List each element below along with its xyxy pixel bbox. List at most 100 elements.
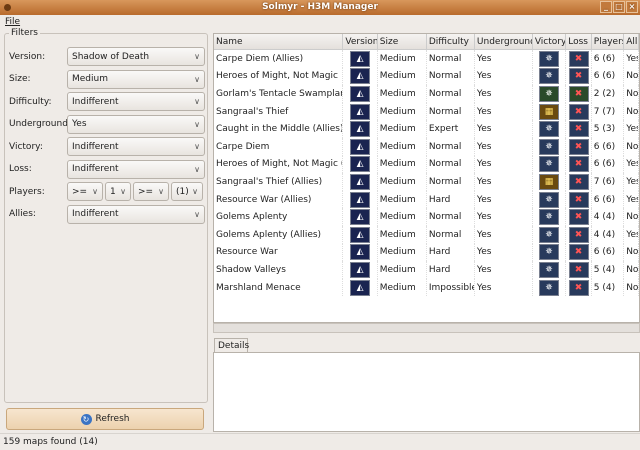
players-op2-select[interactable]: >= ∨	[133, 182, 169, 201]
victory-standard-icon: ✵	[539, 138, 560, 155]
map-difficulty: Hard	[427, 243, 475, 262]
map-underground: Yes	[475, 155, 533, 174]
victory-standard-icon: ✵	[539, 244, 560, 261]
column-header[interactable]: Players	[592, 34, 625, 49]
map-size: Medium	[378, 173, 427, 191]
table-row[interactable]: Golems Aplenty ◭ Medium Normal Yes ✵ ✖ 4…	[214, 208, 639, 226]
column-header[interactable]: Allies	[624, 34, 639, 49]
map-underground: Yes	[475, 173, 533, 191]
table-row[interactable]: Sangraal's Thief ◭ Medium Normal Yes ▦ ✖…	[214, 102, 639, 121]
map-allies: Yes	[624, 120, 639, 138]
chevron-down-icon: ∨	[120, 187, 126, 196]
filter-loss-label: Loss:	[9, 164, 32, 174]
map-name: Resource War	[214, 243, 344, 262]
shadow-of-death-icon: ◭	[350, 191, 371, 208]
menu-file[interactable]: File	[5, 17, 20, 27]
loss-cell: ✖	[566, 85, 592, 103]
size-value: Medium	[72, 74, 108, 84]
column-header[interactable]: Victory	[533, 34, 567, 49]
table-row[interactable]: Sangraal's Thief (Allies) ◭ Medium Norma…	[214, 173, 639, 191]
table-row[interactable]: Caught in the Middle (Allies) ◭ Medium E…	[214, 120, 639, 138]
victory-artifact-icon: ▦	[539, 173, 560, 190]
loss-standard-icon: ✖	[568, 226, 589, 243]
filter-underground-label: Underground:	[9, 119, 71, 129]
table-row[interactable]: Shadow Valleys ◭ Medium Hard Yes ✵ ✖ 5 (…	[214, 261, 639, 279]
refresh-icon: ↻	[80, 413, 92, 425]
victory-standard-icon: ✵	[539, 226, 560, 243]
tab-details[interactable]: Details	[214, 338, 249, 353]
map-name: Carpe Diem	[214, 137, 344, 156]
shadow-of-death-icon: ◭	[350, 68, 371, 85]
shadow-of-death-icon: ◭	[350, 209, 371, 226]
map-size: Medium	[378, 208, 427, 226]
column-header[interactable]: Version	[343, 34, 378, 49]
version-cell: ◭	[343, 50, 378, 68]
map-name: Golems Aplenty (Allies)	[214, 225, 344, 244]
difficulty-value: Indifferent	[72, 96, 119, 107]
chevron-down-icon: ∨	[194, 164, 200, 174]
table-row[interactable]: Heroes of Might, Not Magic ◭ Medium Norm…	[214, 67, 639, 86]
column-header[interactable]: Difficulty	[427, 34, 475, 49]
victory-cell: ✵	[533, 261, 567, 279]
map-players: 6 (6)	[592, 190, 625, 209]
column-header[interactable]: Loss	[566, 34, 592, 49]
victory-standard-icon: ✵	[539, 279, 560, 296]
map-players: 5 (3)	[592, 120, 625, 138]
loss-cell: ✖	[566, 208, 592, 226]
map-name: Heroes of Might, Not Magic	[214, 67, 344, 86]
players-val1-select[interactable]: 1 ∨	[105, 182, 131, 201]
underground-select[interactable]: Yes ∨	[67, 114, 205, 134]
map-underground: Yes	[475, 102, 533, 121]
map-name: Gorlam's Tentacle Swampland	[214, 85, 344, 103]
victory-cell: ✵	[533, 278, 567, 297]
window-menu-icon[interactable]	[4, 4, 11, 11]
table-row[interactable]: Gorlam's Tentacle Swampland ◭ Medium Nor…	[214, 85, 639, 103]
allies-select[interactable]: Indifferent ∨	[67, 204, 205, 224]
table-row[interactable]: Resource War (Allies) ◭ Medium Hard Yes …	[214, 190, 639, 209]
table-row[interactable]: Carpe Diem ◭ Medium Normal Yes ✵ ✖ 6 (6)…	[214, 137, 639, 156]
victory-special-icon: ✵	[539, 85, 560, 102]
table-row[interactable]: Heroes of Might, Not Magic (A) ◭ Medium …	[214, 155, 639, 174]
shadow-of-death-icon: ◭	[350, 261, 371, 278]
filter-allies: Allies: Indifferent ∨	[9, 204, 205, 224]
players-op1-select[interactable]: >= ∨	[67, 182, 103, 201]
size-select[interactable]: Medium ∨	[67, 69, 205, 89]
players-val2-value: (1)	[176, 186, 189, 197]
version-select[interactable]: Shadow of Death ∨	[67, 47, 205, 66]
victory-cell: ✵	[533, 120, 567, 138]
victory-select[interactable]: Indifferent ∨	[67, 137, 205, 156]
refresh-button[interactable]: ↻ Refresh	[6, 408, 204, 430]
map-allies: No	[624, 208, 639, 226]
title-bar: Solmyr - H3M Manager _ □ ×	[0, 0, 640, 15]
table-row[interactable]: Resource War ◭ Medium Hard Yes ✵ ✖ 6 (6)…	[214, 243, 639, 262]
map-players: 6 (6)	[592, 67, 625, 86]
chevron-down-icon: ∨	[194, 209, 200, 219]
victory-cell: ✵	[533, 190, 567, 209]
loss-standard-icon: ✖	[568, 156, 589, 173]
horizontal-scrollbar[interactable]	[213, 323, 640, 333]
table-row[interactable]: Golems Aplenty (Allies) ◭ Medium Normal …	[214, 225, 639, 244]
loss-select[interactable]: Indifferent ∨	[67, 159, 205, 179]
victory-standard-icon: ✵	[539, 261, 560, 278]
table-row[interactable]: Marshland Menace ◭ Medium Impossible Yes…	[214, 278, 639, 297]
filters-title: Filters	[9, 28, 40, 38]
map-players: 6 (6)	[592, 155, 625, 174]
loss-cell: ✖	[566, 278, 592, 297]
map-name: Carpe Diem (Allies)	[214, 50, 344, 68]
column-header[interactable]: Size	[378, 34, 427, 49]
map-difficulty: Normal	[427, 155, 475, 174]
difficulty-select[interactable]: Indifferent ∨	[67, 92, 205, 111]
players-op2-value: >=	[138, 186, 154, 197]
column-header[interactable]: Name	[214, 34, 344, 49]
column-header[interactable]: Underground	[475, 34, 533, 49]
players-val2-select[interactable]: (1) ∨	[171, 182, 203, 201]
chevron-down-icon: ∨	[194, 52, 200, 61]
minimize-icon[interactable]: _	[600, 1, 612, 13]
maximize-icon[interactable]: □	[613, 1, 625, 13]
filter-loss: Loss: Indifferent ∨	[9, 159, 205, 179]
close-icon[interactable]: ×	[626, 1, 638, 13]
map-size: Medium	[378, 225, 427, 244]
map-name: Heroes of Might, Not Magic (A)	[214, 155, 344, 174]
table-row[interactable]: Carpe Diem (Allies) ◭ Medium Normal Yes …	[214, 50, 639, 68]
filters-panel: Filters Version: Shadow of Death ∨ Size: Med…	[4, 28, 208, 403]
